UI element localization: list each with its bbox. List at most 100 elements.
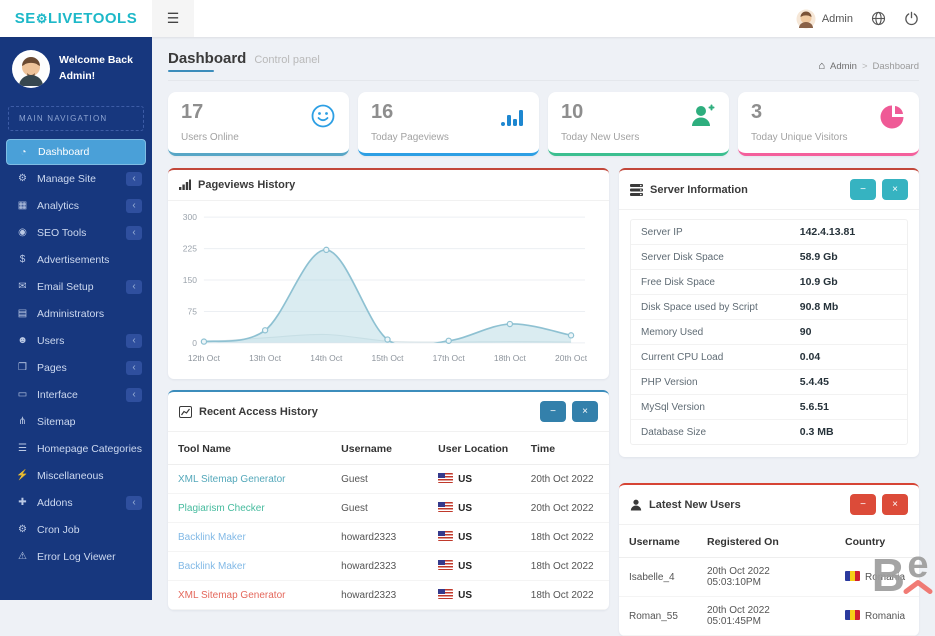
username-cell: howard2323 — [331, 523, 428, 552]
gear-icon: ⚙ — [36, 11, 48, 26]
list-icon: ☰ — [14, 443, 31, 454]
location-cell: US — [428, 581, 521, 610]
tool-link[interactable]: Plagiarism Checker — [178, 503, 265, 514]
sidebar-item-pages[interactable]: ❒Pages‹ — [0, 354, 152, 381]
server-info-label: Current CPU Load — [641, 352, 800, 363]
collapse-button[interactable]: − — [850, 179, 876, 200]
username-cell: Isabelle_4 — [619, 558, 697, 597]
sidebar-item-label: Manage Site — [37, 173, 126, 185]
menu-toggle-button[interactable]: ☰ — [152, 0, 194, 37]
breadcrumb-admin[interactable]: Admin — [830, 61, 857, 72]
avatar — [796, 9, 816, 29]
server-info-value: 5.4.45 — [800, 376, 897, 388]
sidebar-item-label: Administrators — [37, 308, 142, 320]
svg-text:150: 150 — [183, 275, 197, 285]
access-history-row: XML Sitemap Generatorhoward2323US18th Oc… — [168, 581, 609, 610]
svg-text:13th Oct: 13th Oct — [249, 353, 282, 363]
sidebar-item-users[interactable]: ☻Users‹ — [0, 327, 152, 354]
close-button[interactable]: × — [572, 401, 598, 422]
users-icon: ☻ — [14, 335, 31, 346]
sidebar-item-homepage-categories[interactable]: ☰Homepage Categories — [0, 435, 152, 462]
sidebar-item-seo-tools[interactable]: ◉SEO Tools‹ — [0, 219, 152, 246]
server-info-row: Server IP142.4.13.81 — [631, 220, 907, 245]
chevron-left-icon[interactable]: ‹ — [126, 334, 142, 348]
access-history-row: Backlink Makerhoward2323US18th Oct 2022 — [168, 523, 609, 552]
chevron-left-icon[interactable]: ‹ — [126, 172, 142, 186]
tool-link[interactable]: XML Sitemap Generator — [178, 590, 285, 601]
close-button[interactable]: × — [882, 494, 908, 515]
plus-circle-icon: ✚ — [14, 497, 31, 508]
stat-label: Today Pageviews — [371, 132, 526, 143]
sidebar-item-advertisements[interactable]: $Advertisements — [0, 246, 152, 273]
sidebar-item-analytics[interactable]: ▦Analytics‹ — [0, 192, 152, 219]
app-logo[interactable]: SE⚙LIVETOOLS — [0, 10, 152, 27]
page-title: Dashboard — [168, 50, 246, 72]
location-text: US — [458, 503, 472, 514]
country-cell: Romania — [835, 597, 919, 636]
sidebar-item-cron-job[interactable]: ⚙Cron Job — [0, 516, 152, 543]
breadcrumb-separator: > — [862, 61, 868, 72]
username-cell: howard2323 — [331, 581, 428, 610]
server-info-value: 0.3 MB — [800, 426, 897, 438]
sidebar-item-error-log-viewer[interactable]: ⚠Error Log Viewer — [0, 543, 152, 570]
tool-link[interactable]: XML Sitemap Generator — [178, 474, 285, 485]
admin-menu[interactable]: Admin — [796, 9, 853, 29]
time-cell: 20th Oct 2022 — [521, 465, 609, 494]
svg-text:18th Oct: 18th Oct — [494, 353, 527, 363]
home-icon: ⌂ — [818, 60, 825, 72]
stat-label: Today Unique Visitors — [751, 132, 906, 143]
table-icon: ▤ — [14, 308, 31, 319]
column-header-user-location: User Location — [428, 434, 521, 465]
chevron-left-icon[interactable]: ‹ — [126, 280, 142, 294]
sidebar-item-manage-site[interactable]: ⚙Manage Site‹ — [0, 165, 152, 192]
access-history-table: Tool NameUsernameUser LocationTime XML S… — [168, 434, 609, 610]
server-info-value: 10.9 Gb — [800, 276, 897, 288]
bar-chart-icon — [179, 179, 191, 191]
ro-flag-icon — [845, 610, 860, 620]
column-header-username: Username — [619, 527, 697, 558]
breadcrumb: ⌂ Admin > Dashboard — [818, 60, 919, 72]
username-cell: Guest — [331, 465, 428, 494]
username-cell: howard2323 — [331, 552, 428, 581]
collapse-button[interactable]: − — [850, 494, 876, 515]
sidebar-item-addons[interactable]: ✚Addons‹ — [0, 489, 152, 516]
latest-user-row: Roman_5520th Oct 2022 05:01:45PMRomania — [619, 597, 919, 636]
svg-text:17th Oct: 17th Oct — [433, 353, 466, 363]
chevron-left-icon[interactable]: ‹ — [126, 361, 142, 375]
chevron-left-icon[interactable]: ‹ — [126, 199, 142, 213]
server-info-label: PHP Version — [641, 377, 800, 388]
us-flag-icon — [438, 473, 453, 483]
server-info-row: Free Disk Space10.9 Gb — [631, 270, 907, 295]
chevron-left-icon[interactable]: ‹ — [126, 496, 142, 510]
logo-suffix: LIVETOOLS — [48, 10, 137, 27]
sidebar-item-dashboard[interactable]: ◔Dashboard — [6, 139, 146, 165]
collapse-button[interactable]: − — [540, 401, 566, 422]
page-subtitle: Control panel — [254, 54, 319, 66]
sidebar-item-miscellaneous[interactable]: ⚡Miscellaneous — [0, 462, 152, 489]
welcome-block: Welcome Back Admin! — [0, 37, 152, 98]
admin-label: Admin — [822, 13, 853, 25]
stat-card-today-pageviews: 16 Today Pageviews — [358, 92, 539, 156]
server-info-label: Memory Used — [641, 327, 800, 338]
watermark-b: B — [872, 557, 905, 594]
username-cell: Roman_55 — [619, 597, 697, 636]
tool-link[interactable]: Backlink Maker — [178, 532, 246, 543]
tool-link[interactable]: Backlink Maker — [178, 561, 246, 572]
chevron-left-icon[interactable]: ‹ — [126, 388, 142, 402]
server-info-value: 142.4.13.81 — [800, 226, 897, 238]
close-button[interactable]: × — [882, 179, 908, 200]
chevron-left-icon[interactable]: ‹ — [126, 226, 142, 240]
sidebar-menu: ◔Dashboard⚙Manage Site‹▦Analytics‹◉SEO T… — [0, 137, 152, 572]
globe-icon[interactable] — [871, 11, 886, 26]
server-info-row: MySql Version5.6.51 — [631, 395, 907, 420]
welcome-line2: Admin! — [59, 69, 133, 85]
sidebar-item-email-setup[interactable]: ✉Email Setup‹ — [0, 273, 152, 300]
registered-on-cell: 20th Oct 2022 05:03:10PM — [697, 558, 835, 597]
warning-icon: ⚠ — [14, 551, 31, 562]
svg-text:300: 300 — [183, 212, 197, 222]
server-icon — [630, 184, 643, 196]
sidebar-item-sitemap[interactable]: ⋔Sitemap — [0, 408, 152, 435]
power-icon[interactable] — [904, 11, 919, 26]
sidebar-item-interface[interactable]: ▭Interface‹ — [0, 381, 152, 408]
sidebar-item-administrators[interactable]: ▤ Administrators — [0, 300, 152, 327]
